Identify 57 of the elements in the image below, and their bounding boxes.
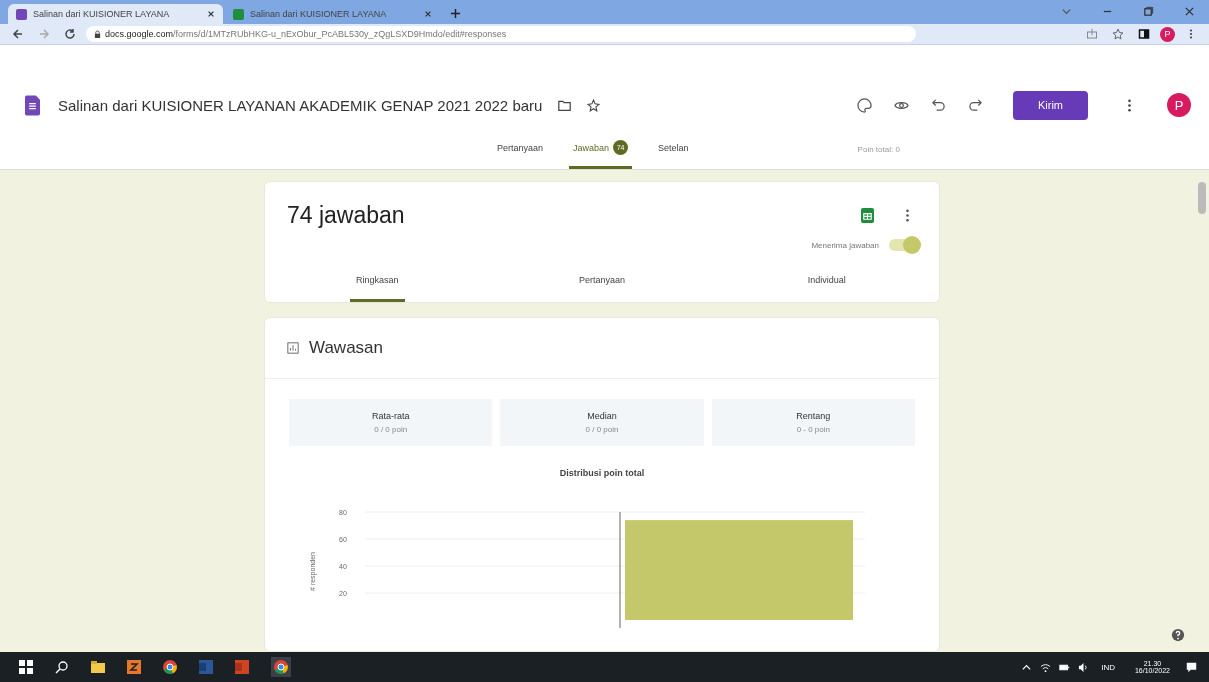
stat-value: 0 / 0 poin: [374, 425, 408, 434]
forms-logo-icon[interactable]: [25, 94, 40, 116]
battery-icon[interactable]: [1059, 661, 1071, 673]
speaker-icon[interactable]: [1078, 661, 1090, 673]
chart-icon: [287, 342, 299, 354]
notification-icon[interactable]: [1186, 661, 1197, 673]
undo-icon[interactable]: [931, 97, 946, 113]
folder-icon[interactable]: [558, 98, 572, 112]
toggle-switch[interactable]: [889, 239, 919, 251]
lock-icon: [94, 29, 101, 39]
form-tab[interactable]: Pertanyaan: [493, 129, 548, 169]
browser-tab[interactable]: Salinan dari KUISIONER LAYANA: [225, 4, 440, 24]
profile-avatar[interactable]: P: [1160, 26, 1175, 42]
account-avatar[interactable]: P: [1167, 93, 1191, 117]
share-icon[interactable]: [1086, 28, 1098, 40]
help-icon[interactable]: [1171, 628, 1185, 642]
redo-icon[interactable]: [968, 97, 983, 113]
scrollbar-thumb[interactable]: [1198, 182, 1206, 214]
send-button[interactable]: Kirim: [1013, 90, 1088, 120]
spreadsheet-icon[interactable]: [861, 208, 874, 223]
new-tab-icon[interactable]: [450, 8, 461, 19]
stat-label: Median: [587, 411, 617, 421]
app-icon[interactable]: [127, 660, 141, 674]
restore-icon[interactable]: [1143, 6, 1154, 17]
response-count: 74 jawaban: [287, 202, 405, 229]
side-panel-icon[interactable]: [1138, 28, 1150, 40]
star-icon[interactable]: [1112, 28, 1124, 40]
accepting-responses-label: Menerima jawaban: [811, 240, 879, 250]
language-indicator[interactable]: IND: [1101, 662, 1115, 672]
reload-icon[interactable]: [64, 28, 76, 40]
form-tab[interactable]: Setelan: [654, 129, 693, 169]
back-arrow-icon[interactable]: [12, 28, 24, 40]
address-bar[interactable]: docs.google.com/forms/d/1MTzRUbHKG-u_nExObur_PcABL530y_zQgLSXD9Hmdo/edit#responses: [86, 26, 916, 42]
stat-label: Rentang: [796, 411, 831, 421]
points-total: Poin total: 0: [857, 144, 900, 154]
chart-title: Distribusi poin total: [558, 468, 646, 478]
stat-value: 0 / 0 poin: [585, 425, 619, 434]
stat-label: Rata-rata: [371, 411, 410, 421]
form-title[interactable]: Salinan dari KUISIONER LAYANAN AKADEMIK GENAP 2021 2022 baru: [58, 96, 543, 114]
browser-icon[interactable]: [271, 657, 291, 677]
star-icon[interactable]: [587, 98, 601, 112]
palette-icon[interactable]: [857, 97, 872, 113]
chevron-down-icon[interactable]: [1061, 6, 1072, 17]
response-tab[interactable]: Ringkasan: [350, 271, 405, 302]
browser-icon[interactable]: [163, 660, 177, 674]
response-tab[interactable]: Individual: [801, 271, 852, 302]
folder-icon[interactable]: [91, 660, 105, 674]
response-tab[interactable]: Pertanyaan: [572, 271, 631, 302]
windows-start-icon[interactable]: [19, 660, 33, 674]
stat-value: 0 - 0 poin: [796, 425, 830, 434]
browser-tab[interactable]: Salinan dari KUISIONER LAYANA: [8, 4, 223, 24]
network-icon[interactable]: [1040, 661, 1052, 673]
close-icon[interactable]: [1184, 6, 1195, 17]
section-title: Wawasan: [309, 338, 383, 358]
search-icon[interactable]: [55, 660, 69, 674]
close-icon[interactable]: [207, 10, 215, 18]
close-icon[interactable]: [424, 10, 432, 18]
